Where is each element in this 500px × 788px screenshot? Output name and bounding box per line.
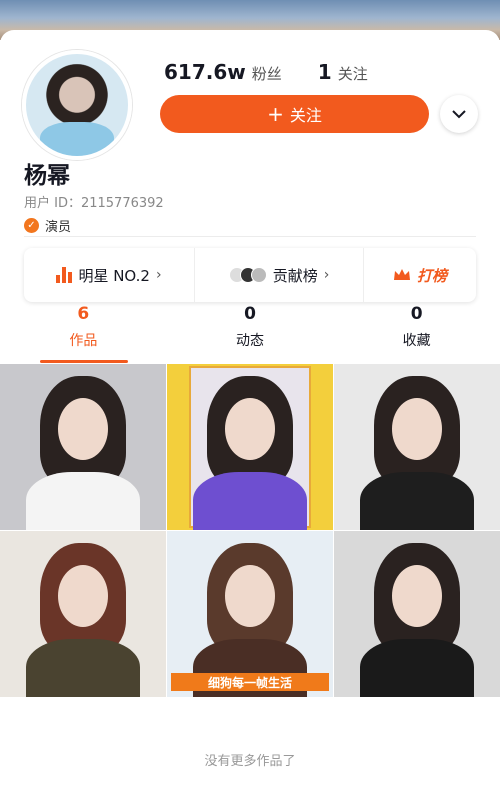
work-thumbnail[interactable]: 细狗每一帧生活 xyxy=(167,531,333,697)
following-count[interactable]: 1 xyxy=(318,60,332,84)
thumb-face xyxy=(392,398,442,460)
no-more-works-text: 没有更多作品了 xyxy=(204,754,296,769)
work-thumbnail[interactable] xyxy=(167,364,333,530)
thumbnail-caption: 细狗每一帧生活 xyxy=(171,673,329,691)
vote-label: 打榜 xyxy=(416,266,447,285)
followers-label[interactable]: 粉丝 xyxy=(252,63,282,84)
contributor-avatars xyxy=(228,267,267,283)
divider xyxy=(24,236,476,237)
tab-posts[interactable]: 0 动态 xyxy=(167,300,334,364)
stats-row: 617.6w 粉丝 1 关注 xyxy=(164,60,398,84)
thumb-body xyxy=(360,639,474,697)
thumb-face xyxy=(225,565,275,627)
thumb-body xyxy=(360,472,474,530)
thumb-face xyxy=(392,565,442,627)
work-thumbnail[interactable] xyxy=(0,531,166,697)
vote-button[interactable]: 打榜 xyxy=(364,248,476,302)
follow-button[interactable]: + 关注 xyxy=(160,95,429,133)
more-options-button[interactable] xyxy=(440,95,478,133)
tab-count: 0 xyxy=(410,304,423,324)
crown-icon xyxy=(393,269,410,280)
star-rank-item[interactable]: 明星 NO.2 › xyxy=(24,248,194,302)
active-tab-indicator xyxy=(40,360,128,363)
thumb-body xyxy=(193,472,307,530)
tab-works[interactable]: 6 作品 xyxy=(0,300,167,364)
chevron-right-icon: › xyxy=(323,267,330,283)
work-thumbnail[interactable] xyxy=(334,364,500,530)
avatar[interactable] xyxy=(22,50,132,160)
star-rank-label: 明星 NO.2 xyxy=(78,266,150,285)
plus-icon: + xyxy=(267,102,284,126)
followers-count[interactable]: 617.6w xyxy=(164,60,246,84)
user-id: 用户 ID：2115776392 xyxy=(24,196,164,211)
avatar-shirt xyxy=(40,122,114,156)
role-label: 演员 xyxy=(45,220,72,235)
follow-button-label: 关注 xyxy=(289,106,322,125)
following-label[interactable]: 关注 xyxy=(338,63,368,84)
thumb-face xyxy=(58,565,108,627)
tab-label: 动态 xyxy=(236,333,264,349)
role-tag: ✓ 演员 xyxy=(24,216,71,235)
chevron-right-icon: › xyxy=(155,267,162,283)
tab-label: 收藏 xyxy=(402,333,431,349)
works-grid: 细狗每一帧生活 xyxy=(0,364,500,697)
work-thumbnail[interactable] xyxy=(0,364,166,530)
thumb-body xyxy=(26,639,140,697)
profile-tabs: 6 作品 0 动态 0 收藏 xyxy=(0,300,500,364)
thumb-face xyxy=(58,398,108,460)
profile-name: 杨幂 xyxy=(24,163,70,189)
thumb-face xyxy=(225,398,275,460)
tab-count: 0 xyxy=(244,304,256,324)
verified-check-icon: ✓ xyxy=(24,218,39,233)
chevron-down-icon xyxy=(452,109,466,118)
contribution-rank-item[interactable]: 贡献榜 › xyxy=(194,248,364,302)
tab-count: 6 xyxy=(77,304,90,324)
tab-favorites[interactable]: 0 收藏 xyxy=(333,300,500,364)
bar-chart-icon xyxy=(56,267,73,283)
thumb-body xyxy=(26,472,140,530)
rank-card: 明星 NO.2 › 贡献榜 › 打榜 xyxy=(24,248,476,302)
work-thumbnail[interactable] xyxy=(334,531,500,697)
contribution-label: 贡献榜 xyxy=(272,266,318,285)
tab-label: 作品 xyxy=(69,333,98,349)
